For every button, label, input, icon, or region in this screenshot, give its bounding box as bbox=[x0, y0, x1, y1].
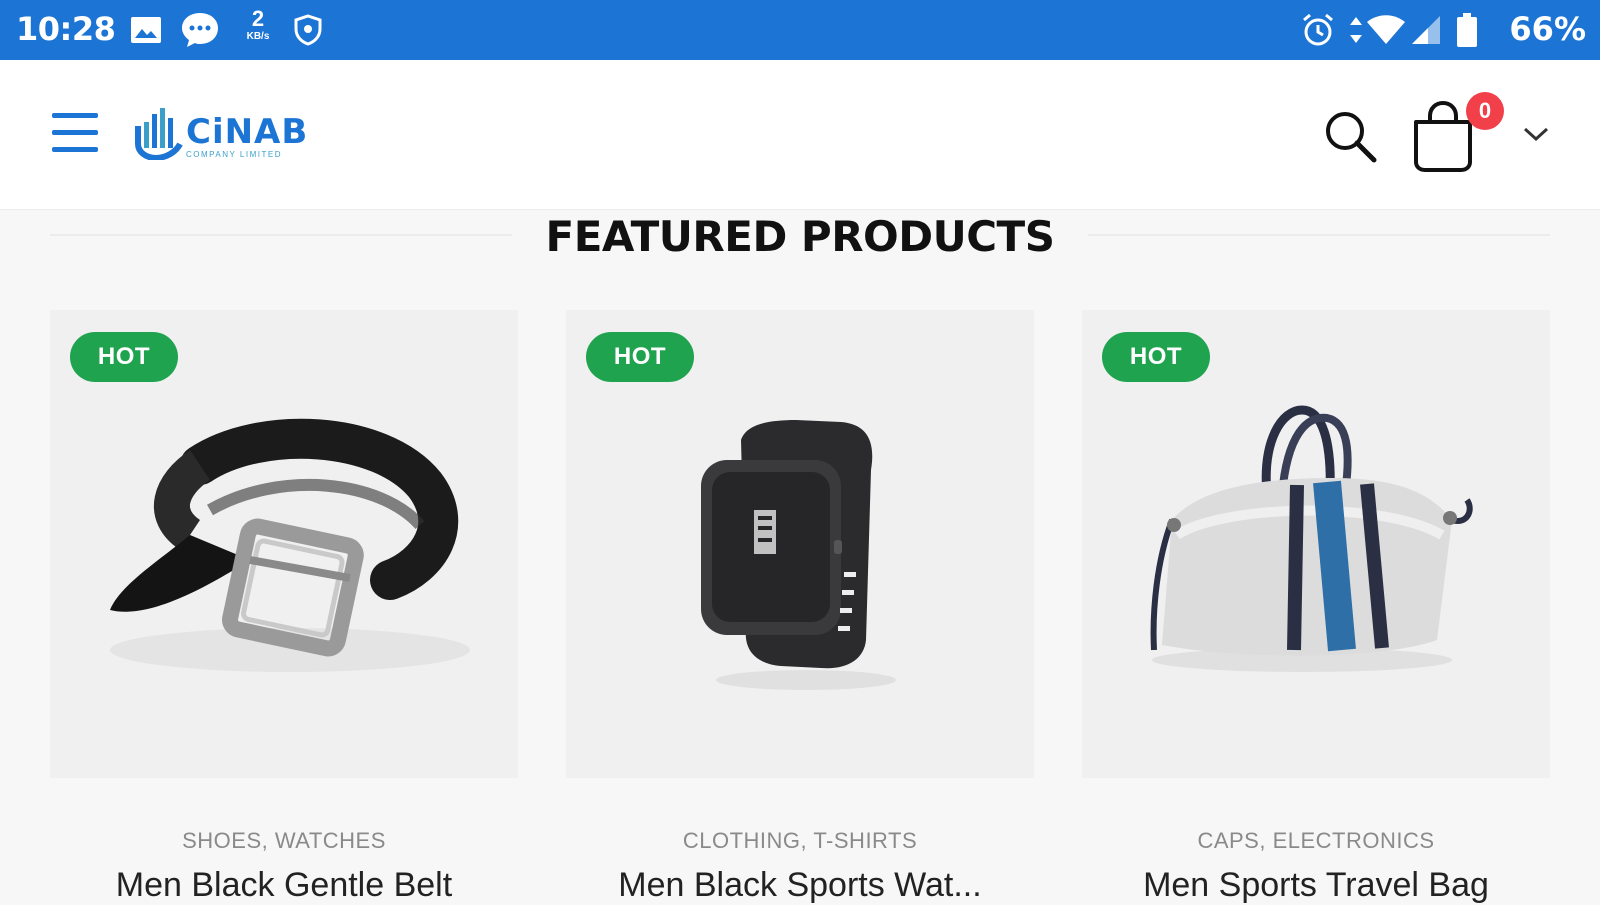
product-card[interactable]: HOT SHOES, WATCHES Men Black Gentle Belt bbox=[50, 310, 518, 904]
product-name[interactable]: Men Black Gentle Belt bbox=[50, 866, 518, 905]
status-time: 10:28 bbox=[16, 10, 116, 48]
alarm-icon bbox=[1300, 0, 1336, 60]
section-title: FEATURED PRODUCTS bbox=[545, 212, 1055, 261]
hot-badge: HOT bbox=[70, 332, 178, 382]
logo-subtext: COMPANY LIMITED bbox=[186, 150, 282, 159]
cell-signal-icon bbox=[1410, 0, 1442, 60]
hot-badge: HOT bbox=[586, 332, 694, 382]
cart-button[interactable]: 0 bbox=[1410, 92, 1504, 174]
network-speed-unit: KB/s bbox=[246, 31, 270, 42]
product-categories: CLOTHING, T-SHIRTS bbox=[682, 828, 918, 853]
network-speed-icon: 2 KB/s bbox=[240, 8, 276, 42]
product-categories: SHOES, WATCHES bbox=[182, 828, 386, 853]
data-arrows-icon bbox=[1348, 0, 1364, 60]
product-name[interactable]: Men Black Sports Wat... bbox=[566, 866, 1034, 905]
vpn-shield-icon bbox=[294, 0, 322, 60]
featured-products-header: FEATURED PRODUCTS bbox=[50, 208, 1550, 264]
status-bar: 10:28 2 KB/s 66% bbox=[0, 0, 1600, 60]
product-card[interactable]: HOT CAPS, ELECTRONICS Men Sports Travel … bbox=[1082, 310, 1550, 904]
product-card[interactable]: HOT CLOTHING, T-SHIRTS Men Black Sports … bbox=[566, 310, 1034, 904]
network-speed-value: 2 bbox=[251, 6, 265, 31]
product-image[interactable]: HOT bbox=[566, 310, 1034, 778]
hamburger-menu-icon[interactable] bbox=[52, 113, 98, 153]
battery-percent: 66% bbox=[1509, 10, 1586, 48]
wifi-icon bbox=[1366, 0, 1406, 60]
brand-logo[interactable]: CiNAB COMPANY LIMITED bbox=[132, 104, 312, 164]
product-image[interactable]: HOT bbox=[50, 310, 518, 778]
app-header: CiNAB COMPANY LIMITED 0 bbox=[0, 60, 1600, 210]
product-image[interactable]: HOT bbox=[1082, 310, 1550, 778]
gallery-icon bbox=[130, 0, 162, 60]
chat-bubble-icon bbox=[180, 0, 220, 60]
cart-count-badge: 0 bbox=[1466, 92, 1504, 130]
battery-icon bbox=[1456, 0, 1478, 60]
search-icon[interactable] bbox=[1322, 108, 1378, 164]
hot-badge: HOT bbox=[1102, 332, 1210, 382]
logo-mark-icon bbox=[135, 108, 183, 160]
chevron-down-icon[interactable] bbox=[1522, 124, 1550, 144]
product-name[interactable]: Men Sports Travel Bag bbox=[1082, 866, 1550, 905]
product-categories: CAPS, ELECTRONICS bbox=[1197, 828, 1435, 853]
logo-text: CiNAB bbox=[186, 112, 309, 152]
